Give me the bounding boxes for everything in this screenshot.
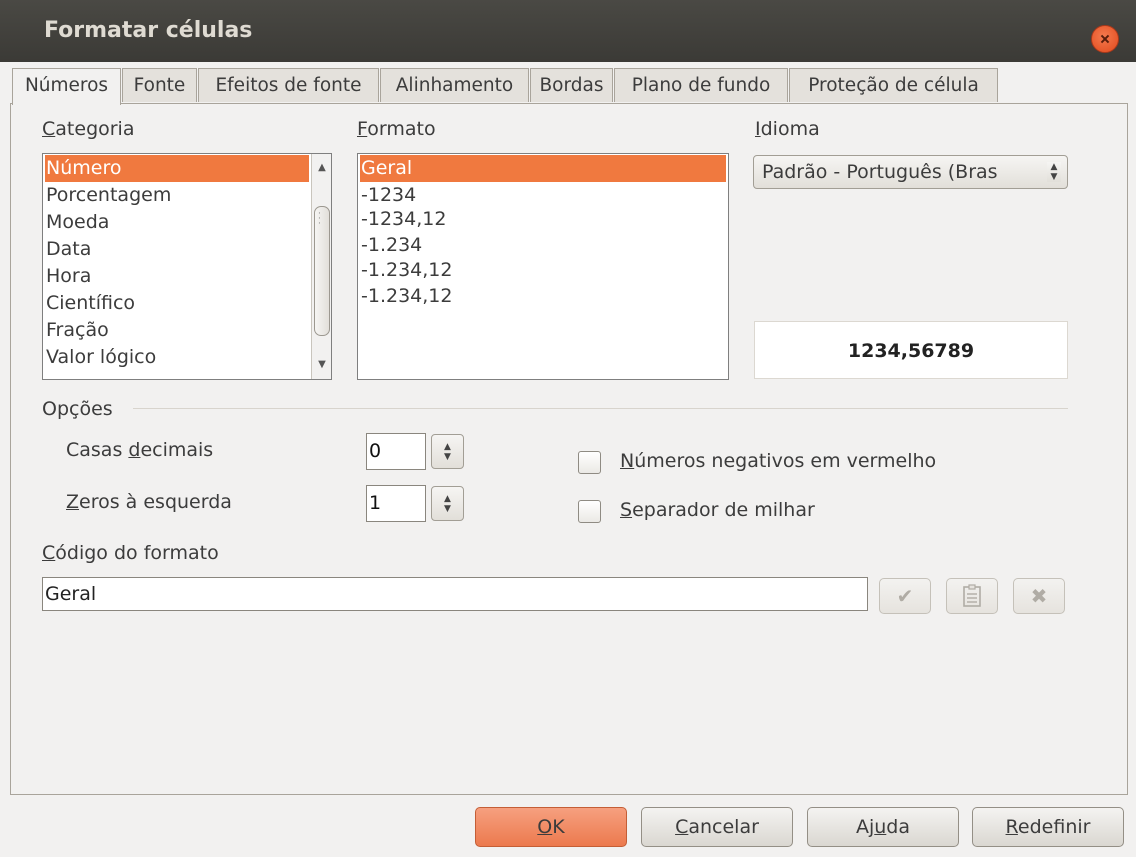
categoria-listbox[interactable]: Número Porcentagem Moeda Data Hora Cient… [42,153,332,380]
close-icon[interactable] [1091,25,1119,53]
scroll-up-icon[interactable]: ▲ [313,158,331,178]
opcoes-label: Opções [42,398,113,420]
grip-icon: · · · [318,209,321,229]
updown-arrows-icon: ▲ ▼ [1047,162,1061,182]
idioma-combobox[interactable]: Padrão - Português (Bras ▲ ▼ [753,155,1068,189]
spin-arrows-icon[interactable]: ▲ ▼ [431,486,464,521]
list-item[interactable]: -1234,12 [360,206,446,233]
list-item[interactable]: Fração [45,317,109,344]
scroll-down-icon[interactable]: ▼ [313,355,331,375]
tab-bordas[interactable]: Bordas [530,68,613,102]
idioma-value: Padrão - Português (Bras [762,161,998,183]
list-item[interactable]: Científico [45,290,135,317]
title-bar: Formatar células [0,0,1136,62]
opcoes-divider [133,408,1068,409]
tab-protecao-de-celula[interactable]: Proteção de célula [789,68,998,102]
list-item[interactable]: Moeda [45,209,109,236]
negativos-vermelho-label[interactable]: Números negativos em vermelho [620,450,936,472]
list-item[interactable]: Porcentagem [45,182,171,209]
list-item[interactable]: -1.234,12 [360,283,452,310]
casas-decimais-input[interactable]: 0 [366,433,426,470]
casas-decimais-label: Casas decimais [66,439,214,461]
spin-arrows-icon[interactable]: ▲ ▼ [431,434,464,469]
casas-decimais-spinner[interactable]: 0 ▲ ▼ [366,433,465,470]
dialog-title: Formatar células [44,18,253,43]
tab-efeitos-de-fonte[interactable]: Efeitos de fonte [198,68,379,102]
categoria-scrollbar[interactable]: ▲ · · · ▼ [311,154,331,379]
tab-plano-de-fundo[interactable]: Plano de fundo [614,68,788,102]
categoria-label: Categoria [42,118,135,140]
negativos-vermelho-checkbox[interactable] [578,451,601,474]
zeros-esquerda-spinner[interactable]: 1 ▲ ▼ [366,485,465,522]
list-item[interactable]: Geral [360,155,726,182]
zeros-esquerda-label: Zeros à esquerda [66,491,232,513]
zeros-esquerda-input[interactable]: 1 [366,485,426,522]
codigo-formato-input[interactable]: Geral [42,577,868,611]
tab-numeros[interactable]: Números [12,68,121,105]
formato-label: Formato [357,118,436,140]
tab-fonte[interactable]: Fonte [122,68,197,102]
delete-icon[interactable]: ✖ [1013,578,1065,614]
cancelar-button[interactable]: Cancelar [641,807,793,847]
list-item[interactable]: -1.234,12 [360,257,452,284]
list-item[interactable]: Data [45,236,91,263]
ok-button[interactable]: OK [475,807,627,847]
list-item[interactable]: Número [45,155,309,182]
idioma-label: Idioma [755,118,820,140]
codigo-formato-label: Código do formato [42,542,219,564]
edit-comment-icon[interactable] [946,578,998,614]
formato-listbox[interactable]: Geral -1234 -1234,12 -1.234 -1.234,12 -1… [357,153,729,380]
checkmark-icon[interactable]: ✔ [879,578,931,614]
ajuda-button[interactable]: Ajuda [807,807,959,847]
redefinir-button[interactable]: Redefinir [972,807,1124,847]
list-item[interactable]: Hora [45,263,91,290]
separador-milhar-label[interactable]: Separador de milhar [620,499,815,521]
tab-alinhamento[interactable]: Alinhamento [380,68,529,102]
format-preview: 1234,56789 [754,321,1068,379]
scrollbar-thumb[interactable] [314,206,330,336]
list-item[interactable]: Valor lógico [45,344,156,371]
list-item[interactable]: -1234 [360,182,416,209]
separador-milhar-checkbox[interactable] [578,500,601,523]
list-item[interactable]: -1.234 [360,232,422,259]
